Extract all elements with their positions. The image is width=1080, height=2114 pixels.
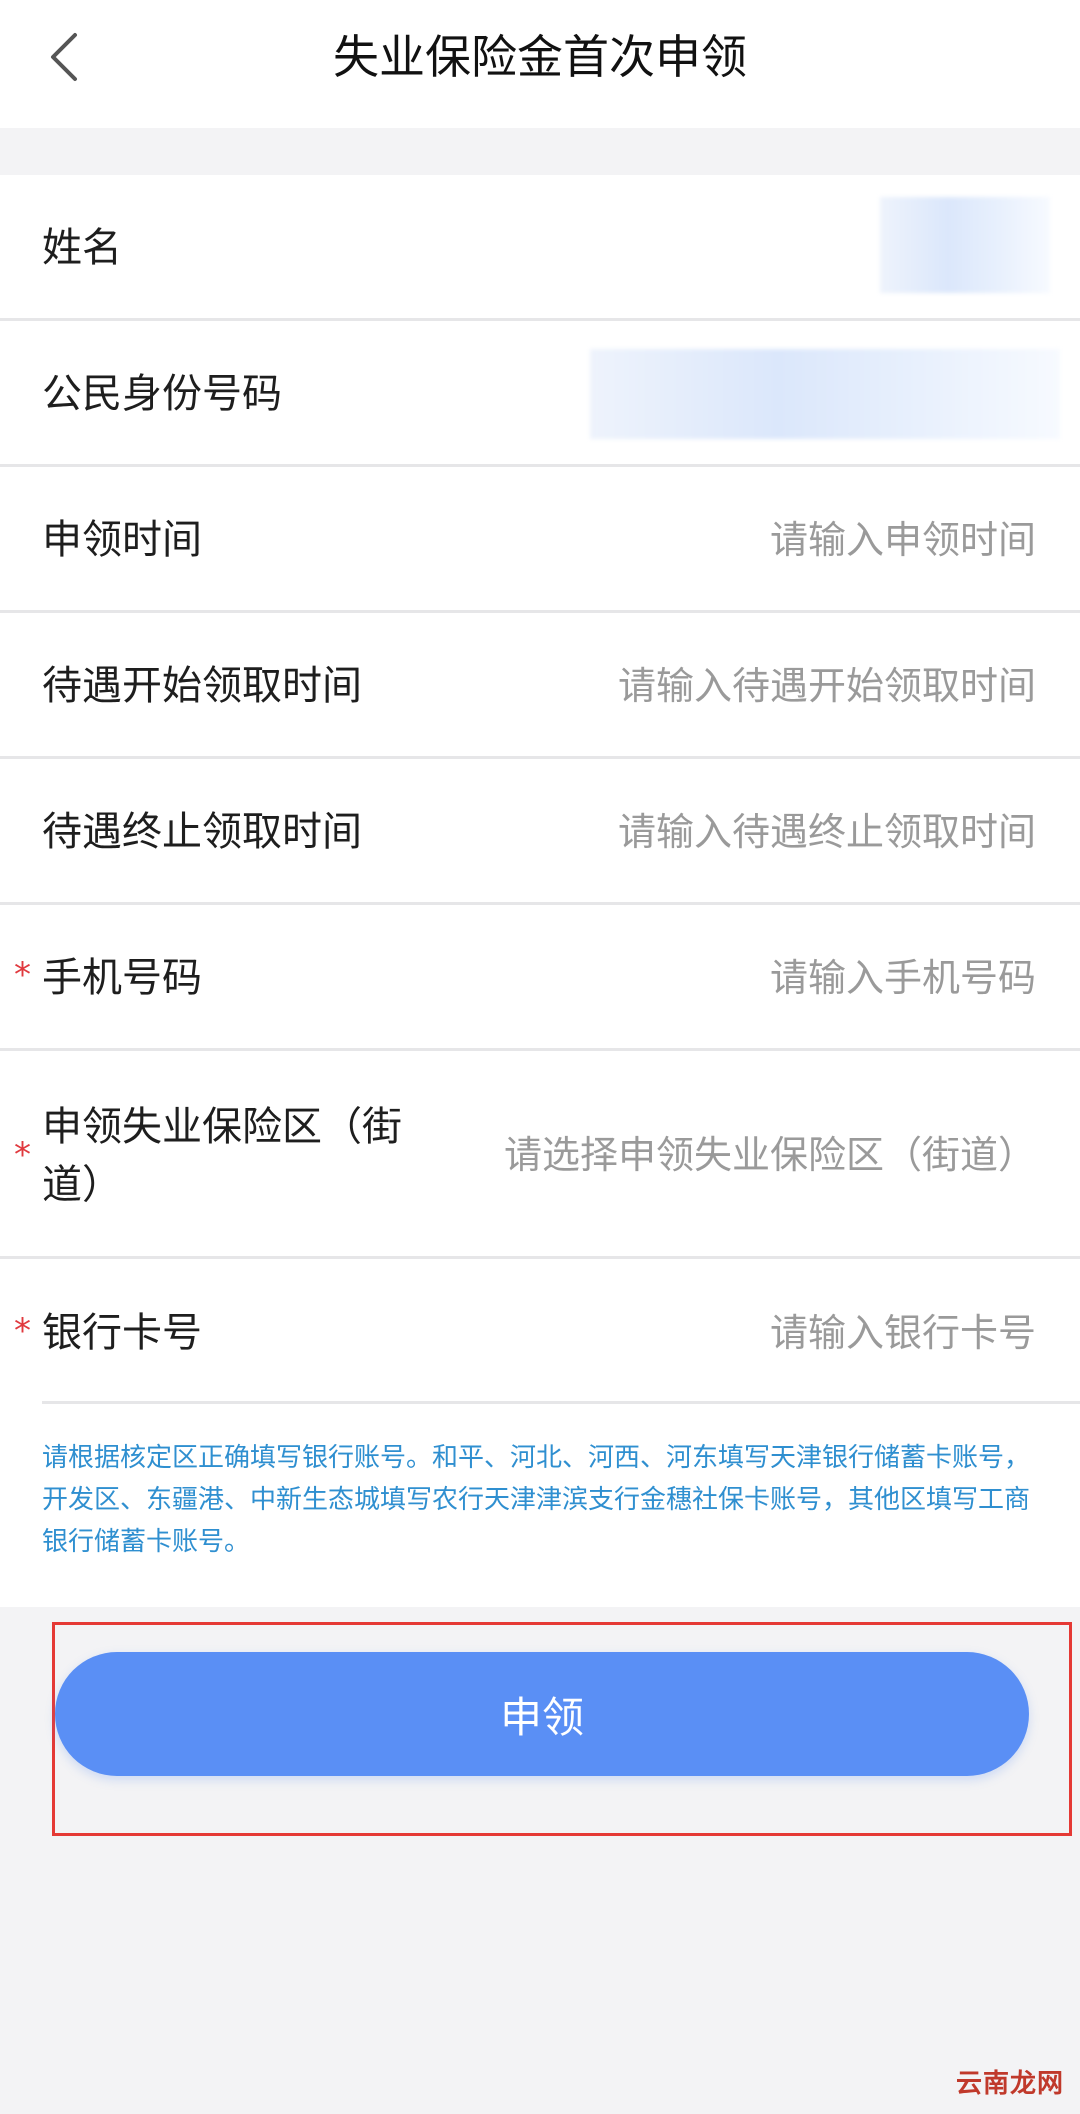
form-row-benefit-end[interactable]: 待遇终止领取时间 请输入待遇终止领取时间 [0, 759, 1080, 905]
required-mark: * [14, 955, 31, 995]
required-mark: * [14, 1135, 31, 1175]
form-row-id-number: 公民身份号码 [0, 321, 1080, 467]
district-select[interactable]: 请选择申领失业保险区（街道） [504, 1127, 1036, 1183]
submit-button[interactable]: 申领 [55, 1652, 1029, 1776]
application-form: 姓名 公民身份号码 申领时间 请输入申领时间 待遇开始领取时间 请输入待遇开始领… [0, 175, 1080, 1607]
form-row-name: 姓名 [0, 175, 1080, 321]
bank-account-note: 请根据核定区正确填写银行账号。和平、河北、河西、河东填写天津银行储蓄卡账号，开发… [42, 1443, 1031, 1557]
back-button[interactable] [30, 22, 100, 92]
bank-card-label: 银行卡号 [42, 1310, 202, 1356]
chevron-left-icon [51, 33, 77, 81]
district-label-line1: 申领失业保险区（街 [42, 1104, 402, 1150]
name-value-redacted [880, 197, 1050, 293]
benefit-end-label: 待遇终止领取时间 [42, 809, 362, 855]
id-number-label: 公民身份号码 [42, 371, 282, 417]
phone-label: 手机号码 [42, 955, 202, 1001]
benefit-start-label: 待遇开始领取时间 [42, 663, 362, 709]
watermark-logo: 云南龙网 [955, 2069, 1064, 2099]
benefit-start-input[interactable]: 请输入待遇开始领取时间 [618, 658, 1036, 714]
page-title: 失业保险金首次申领 [333, 30, 747, 84]
form-row-apply-time[interactable]: 申领时间 请输入申领时间 [0, 467, 1080, 613]
bank-card-underline [42, 1401, 1080, 1404]
name-label: 姓名 [42, 225, 122, 271]
required-mark: * [14, 1311, 31, 1351]
id-number-value-redacted [590, 349, 1060, 439]
form-row-benefit-start[interactable]: 待遇开始领取时间 请输入待遇开始领取时间 [0, 613, 1080, 759]
phone-input[interactable]: 请输入手机号码 [770, 950, 1036, 1006]
benefit-end-input[interactable]: 请输入待遇终止领取时间 [618, 804, 1036, 860]
bank-card-input[interactable]: 请输入银行卡号 [770, 1305, 1036, 1361]
top-bar: 失业保险金首次申领 [0, 0, 1080, 128]
apply-time-label: 申领时间 [42, 517, 202, 563]
apply-time-input[interactable]: 请输入申领时间 [770, 512, 1036, 568]
form-row-district[interactable]: * 申领失业保险区（街 道） 请选择申领失业保险区（街道） [0, 1051, 1080, 1259]
district-label-line2: 道） [42, 1162, 122, 1208]
form-row-phone[interactable]: * 手机号码 请输入手机号码 [0, 905, 1080, 1051]
form-row-bank-card[interactable]: * 银行卡号 请输入银行卡号 [0, 1259, 1080, 1407]
